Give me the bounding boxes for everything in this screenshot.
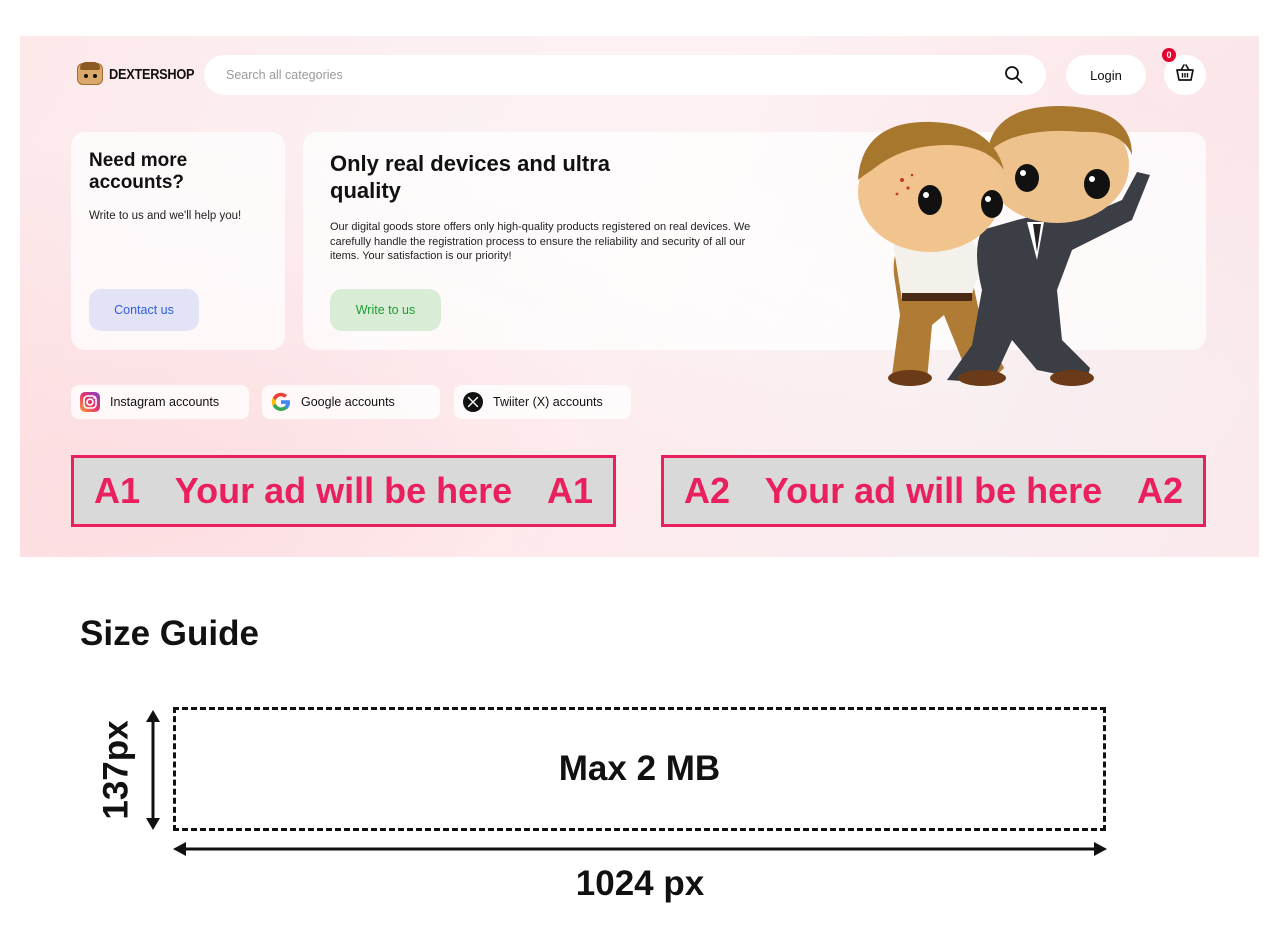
- height-arrow-head-bottom: [146, 818, 160, 830]
- width-label: 1024 px: [575, 864, 705, 903]
- width-arrow-head-left: [173, 842, 186, 856]
- height-arrow-head-top: [146, 710, 160, 722]
- width-arrow-head-right: [1094, 842, 1107, 856]
- dimension-arrows: [146, 710, 1107, 856]
